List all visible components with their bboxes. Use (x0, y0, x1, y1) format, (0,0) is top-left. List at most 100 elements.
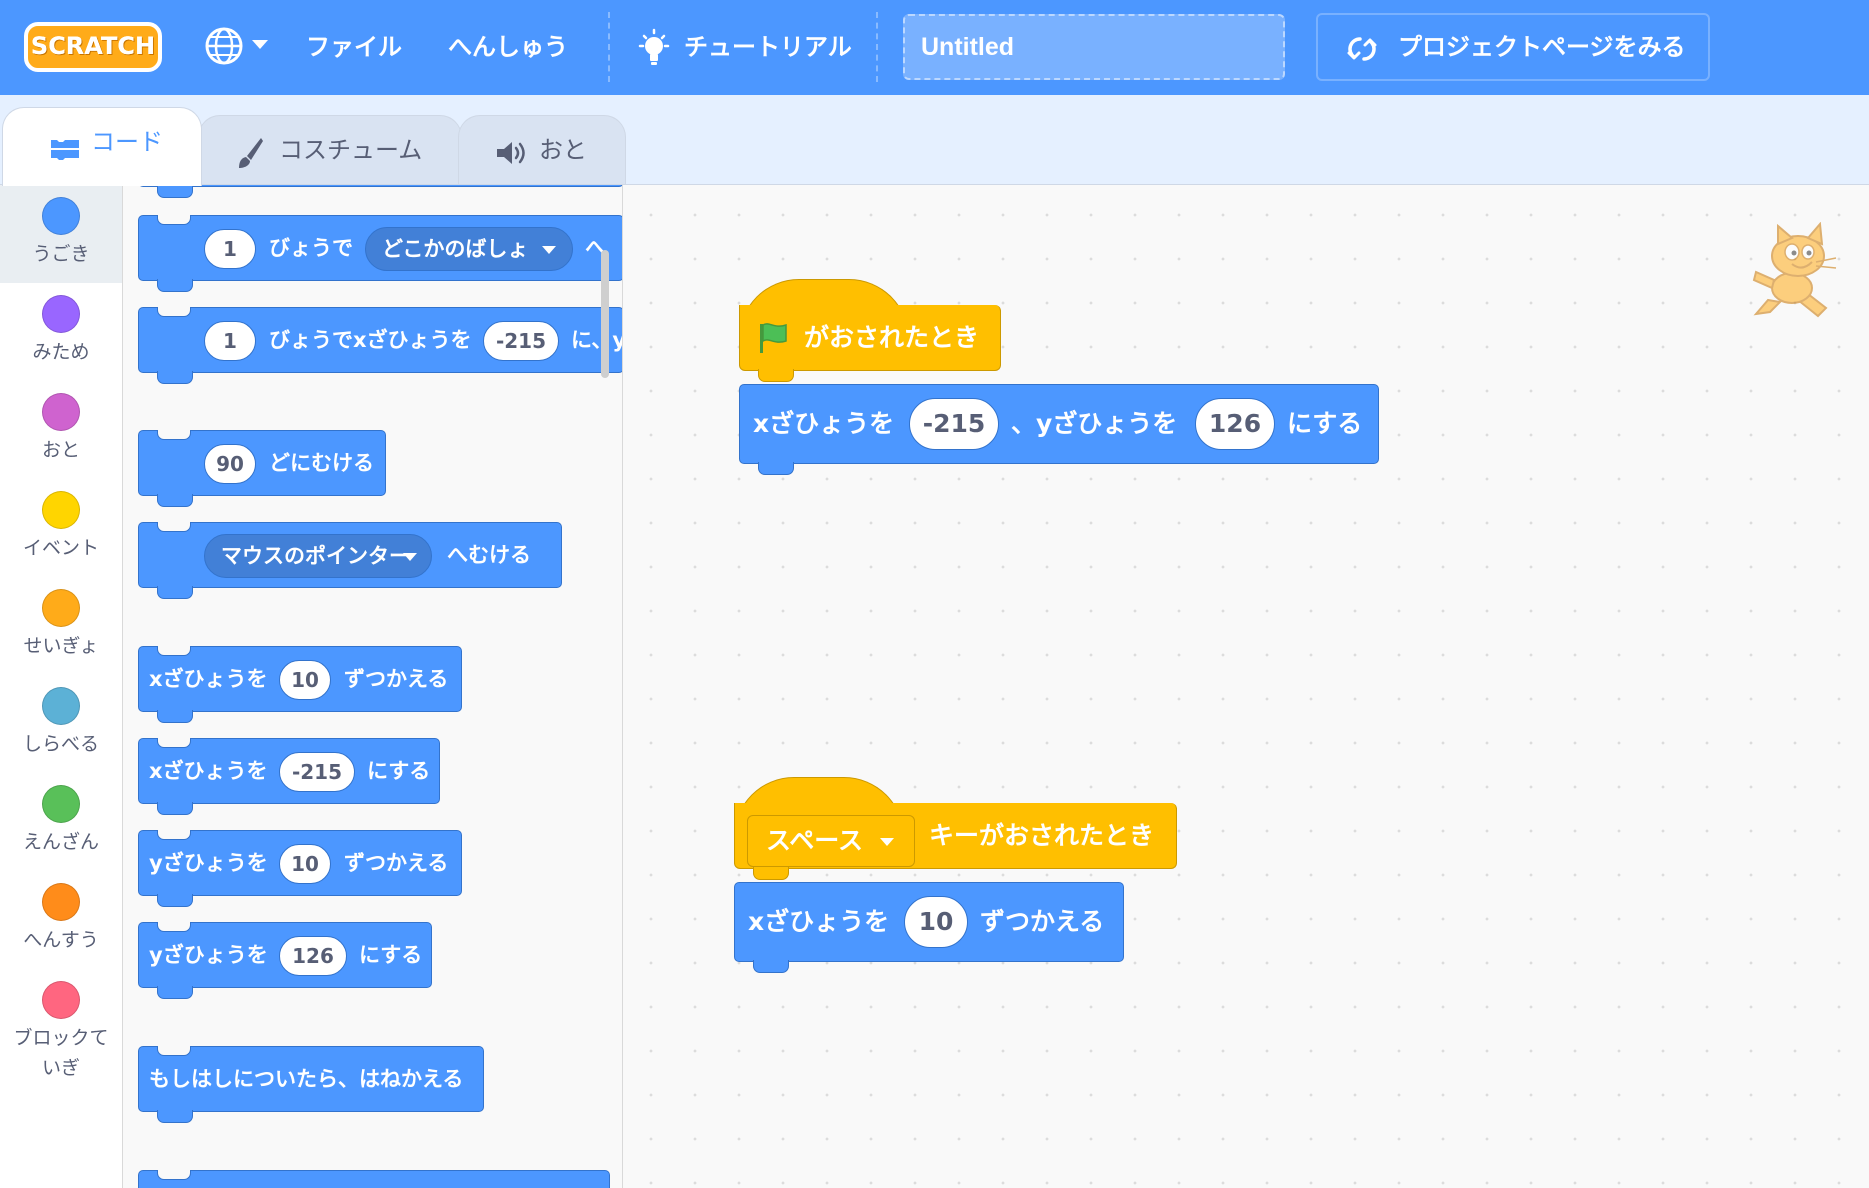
menu-bar: SCRATCH ファイル へんしゅう チュートリアル Untitled プロジェ… (0, 0, 1869, 95)
category-sound[interactable]: おと (0, 381, 122, 479)
palette-block-glide-xy[interactable]: 1 びょうでxざひょうを -215 に、y (138, 307, 623, 384)
palette-block-change-y[interactable]: yざひょうを 10 ずつかえる (138, 830, 462, 907)
block-text: yざひょうを (149, 943, 268, 967)
block-text: xざひょうを (753, 409, 895, 438)
language-caret-icon[interactable] (252, 40, 268, 49)
tab-costumes[interactable]: コスチューム (198, 115, 462, 185)
block-text: どにむける (269, 451, 374, 475)
category-label: ブロックて (13, 1027, 109, 1049)
category-menu: うごき みため おと イベント せいぎょ しらべる えんざん へんすう ブロック… (0, 185, 123, 1188)
key-dropdown[interactable]: スペース (747, 815, 915, 867)
see-project-page-button[interactable]: プロジェクトページをみる (1316, 13, 1710, 81)
block-text: xざひょうを (149, 667, 268, 691)
block-text: 、yざひょうを (1011, 409, 1178, 438)
category-label: えんざん (22, 831, 99, 853)
category-label: みため (32, 341, 90, 363)
palette-block-set-y[interactable]: yざひょうを 126 にする (138, 922, 432, 999)
edit-menu[interactable]: へんしゅう (448, 27, 568, 67)
goto-x-input[interactable]: -215 (909, 398, 999, 450)
block-text: がおされたとき (804, 323, 980, 352)
category-sensing[interactable]: しらべる (0, 675, 122, 773)
block-text: xざひょうを (149, 759, 268, 783)
when-flag-clicked-block[interactable]: がおされたとき (739, 305, 1001, 382)
block-text: ずつかえる (344, 667, 449, 691)
category-variables-dot (42, 883, 80, 921)
script-workspace[interactable]: がおされたとき xざひょうを -215 、yざひょうを 126 にする スペース… (623, 185, 1869, 1188)
goto-xy-block[interactable]: xざひょうを -215 、yざひょうを 126 にする (739, 384, 1379, 475)
block-text: ずつかえる (980, 907, 1105, 936)
palette-block-bounce[interactable]: もしはしについたら、はねかえる (138, 1046, 484, 1123)
dropdown-value: どこかのばしょ (382, 237, 529, 261)
glide-secs-input[interactable]: 1 (204, 229, 256, 269)
menu-divider (876, 12, 878, 82)
palette-scrollbar[interactable] (601, 250, 609, 378)
block-text: にする (359, 943, 423, 967)
category-label: へんすう (23, 929, 99, 951)
block-text: へむける (447, 543, 531, 567)
category-operators[interactable]: えんざん (0, 773, 122, 871)
set-y-input[interactable]: 126 (279, 936, 347, 976)
block-text: ずつかえる (344, 851, 449, 875)
block-text: xざひょうを (748, 907, 890, 936)
change-y-input[interactable]: 10 (279, 844, 331, 884)
block-palette: 1 びょうで どこかのばしょ へ 1 びょうでxざひょうを -215 に、y 9… (123, 185, 623, 1188)
category-looks-dot (42, 295, 80, 333)
set-x-input[interactable]: -215 (279, 752, 355, 792)
palette-block-point-direction[interactable]: 90 どにむける (138, 430, 386, 507)
category-operators-dot (42, 785, 80, 823)
category-my-blocks-dot (42, 981, 80, 1019)
category-variables[interactable]: へんすう (0, 871, 122, 969)
category-label: うごき (32, 243, 90, 265)
point-towards-dropdown[interactable]: マウスのポインター (204, 534, 432, 578)
cat-sprite-icon[interactable] (1748, 222, 1844, 322)
category-my-blocks[interactable]: ブロックて いぎ (0, 969, 122, 1089)
block-text: にする (1287, 409, 1363, 438)
lightbulb-icon[interactable] (636, 28, 672, 68)
green-flag-icon (760, 323, 787, 353)
category-label-line2: いぎ (41, 1057, 80, 1079)
menu-divider (608, 12, 610, 82)
tab-sounds[interactable]: おと (458, 115, 626, 185)
palette-block-partial[interactable] (138, 1170, 610, 1188)
change-x-value-input[interactable]: 10 (904, 896, 968, 948)
dropdown-arrow-icon (542, 246, 556, 254)
tab-sounds-label: おと (539, 136, 587, 164)
speaker-icon (497, 142, 525, 164)
category-label: おと (41, 439, 80, 461)
tab-code[interactable]: コード (2, 107, 202, 186)
glide-target-dropdown[interactable]: どこかのばしょ (365, 227, 573, 271)
category-label: イベント (22, 537, 99, 559)
category-sound-dot (42, 393, 80, 431)
palette-block-point-towards[interactable]: マウスのポインター へむける (138, 522, 562, 599)
tutorials-menu[interactable]: チュートリアル (684, 27, 852, 67)
palette-block-glide-random[interactable]: 1 びょうで どこかのばしょ へ (138, 215, 622, 292)
when-key-pressed-block[interactable]: スペース キーがおされたとき (734, 803, 1177, 880)
category-control[interactable]: せいぎょ (0, 577, 122, 675)
block-text: びょうで (269, 236, 353, 260)
direction-input[interactable]: 90 (204, 444, 256, 484)
project-title-input[interactable]: Untitled (903, 14, 1285, 80)
palette-block-change-x[interactable]: xざひょうを 10 ずつかえる (138, 646, 462, 723)
palette-block-partial[interactable] (138, 185, 622, 198)
change-x-input[interactable]: 10 (279, 660, 331, 700)
remix-arrows-icon (1347, 37, 1377, 61)
scratch-logo[interactable]: SCRATCH (24, 22, 162, 72)
block-text: にする (367, 759, 431, 783)
palette-block-set-x[interactable]: xざひょうを -215 にする (138, 738, 440, 815)
glide-x-input[interactable]: -215 (483, 321, 559, 361)
file-menu[interactable]: ファイル (306, 27, 402, 67)
see-project-page-label: プロジェクトページをみる (1398, 33, 1686, 61)
change-x-block[interactable]: xざひょうを 10 ずつかえる (734, 882, 1124, 973)
category-motion[interactable]: うごき (0, 185, 122, 283)
block-text: に、y (571, 328, 623, 352)
glide-xy-secs-input[interactable]: 1 (204, 321, 256, 361)
dropdown-value: スペース (766, 826, 864, 855)
block-text: キーがおされたとき (929, 821, 1155, 850)
globe-icon[interactable] (204, 26, 244, 66)
code-blocks-icon (51, 140, 79, 160)
category-events[interactable]: イベント (0, 479, 122, 577)
category-looks[interactable]: みため (0, 283, 122, 381)
paintbrush-icon (239, 138, 263, 168)
block-text: yざひょうを (149, 851, 268, 875)
goto-y-input[interactable]: 126 (1195, 398, 1275, 450)
